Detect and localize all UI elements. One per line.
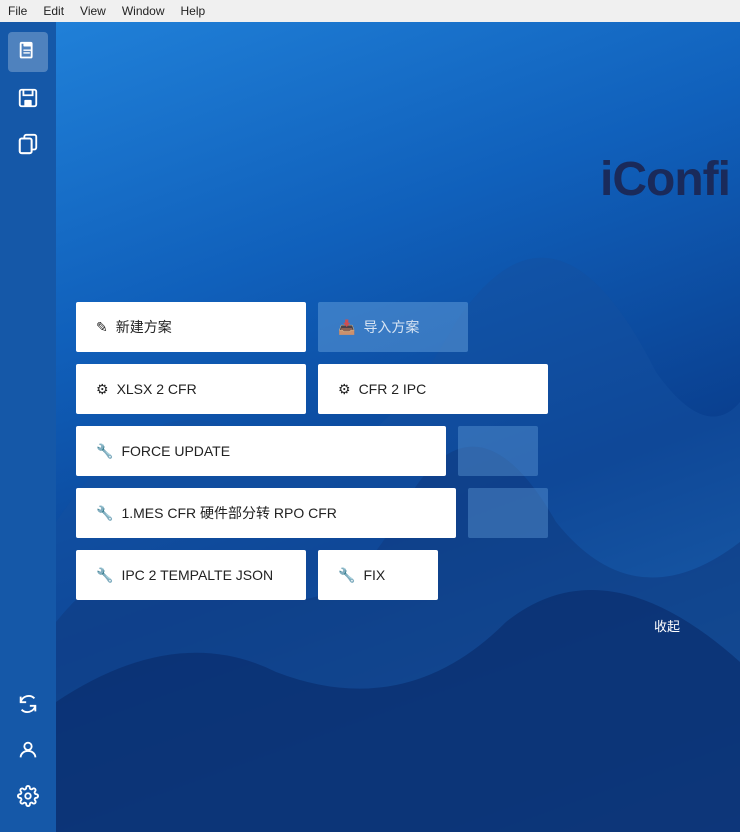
button-row-3: 🔧 FORCE UPDATE [76, 426, 740, 476]
xlsx-cfr-button[interactable]: ⚙ XLSX 2 CFR [76, 364, 306, 414]
fix-button[interactable]: 🔧 FIX [318, 550, 438, 600]
row4-btn2[interactable] [468, 488, 548, 538]
mes-cfr-label: 1.MES CFR 硬件部分转 RPO CFR [121, 503, 336, 523]
menu-edit[interactable]: Edit [43, 4, 64, 18]
ipc-template-label: IPC 2 TEMPALTE JSON [121, 567, 273, 583]
xlsx-cfr-icon: ⚙ [96, 381, 109, 398]
sidebar-save-icon[interactable] [8, 78, 48, 118]
fix-label: FIX [363, 567, 385, 583]
menubar: File Edit View Window Help [0, 0, 740, 22]
menu-window[interactable]: Window [122, 4, 165, 18]
cfr-ipc-button[interactable]: ⚙ CFR 2 IPC [318, 364, 548, 414]
sidebar-settings-icon[interactable] [8, 776, 48, 816]
cfr-ipc-icon: ⚙ [338, 381, 351, 398]
ipc-template-icon: 🔧 [96, 567, 113, 584]
sidebar-copy-icon[interactable] [8, 124, 48, 164]
ipc-template-button[interactable]: 🔧 IPC 2 TEMPALTE JSON [76, 550, 306, 600]
button-row-1: ✎ 新建方案 📥 导入方案 [76, 302, 740, 352]
new-plan-label: 新建方案 [116, 317, 172, 337]
mes-cfr-button[interactable]: 🔧 1.MES CFR 硬件部分转 RPO CFR [76, 488, 456, 538]
new-plan-button[interactable]: ✎ 新建方案 [76, 302, 306, 352]
mes-cfr-icon: 🔧 [96, 505, 113, 522]
row3-btn2[interactable] [458, 426, 538, 476]
sidebar-bottom [8, 684, 48, 832]
force-update-icon: 🔧 [96, 443, 113, 460]
menu-help[interactable]: Help [181, 4, 206, 18]
app-title: iConfi [600, 152, 740, 207]
sidebar-document-icon[interactable] [8, 32, 48, 72]
sidebar-refresh-icon[interactable] [8, 684, 48, 724]
buttons-container: ✎ 新建方案 📥 导入方案 ⚙ XLSX 2 CFR ⚙ CFR 2 IPC [76, 302, 740, 635]
button-row-4: 🔧 1.MES CFR 硬件部分转 RPO CFR [76, 488, 740, 538]
force-update-label: FORCE UPDATE [121, 443, 230, 459]
menu-view[interactable]: View [80, 4, 106, 18]
app-container: iConfi ✎ 新建方案 📥 导入方案 ⚙ XLSX 2 CFR [0, 22, 740, 832]
button-row-2: ⚙ XLSX 2 CFR ⚙ CFR 2 IPC [76, 364, 740, 414]
cfr-ipc-label: CFR 2 IPC [359, 381, 427, 397]
import-plan-label: 导入方案 [363, 317, 419, 337]
sidebar-user-icon[interactable] [8, 730, 48, 770]
import-plan-button[interactable]: 📥 导入方案 [318, 302, 468, 352]
main-content: iConfi ✎ 新建方案 📥 导入方案 ⚙ XLSX 2 CFR [56, 22, 740, 832]
button-row-5: 🔧 IPC 2 TEMPALTE JSON 🔧 FIX [76, 550, 740, 600]
import-icon: 📥 [338, 319, 355, 336]
sidebar [0, 22, 56, 832]
xlsx-cfr-label: XLSX 2 CFR [117, 381, 197, 397]
collapse-button[interactable]: 收起 [654, 616, 680, 635]
new-plan-icon: ✎ [96, 319, 108, 336]
menu-file[interactable]: File [8, 4, 27, 18]
force-update-button[interactable]: 🔧 FORCE UPDATE [76, 426, 446, 476]
collapse-row: 收起 [76, 616, 740, 635]
fix-icon: 🔧 [338, 567, 355, 584]
